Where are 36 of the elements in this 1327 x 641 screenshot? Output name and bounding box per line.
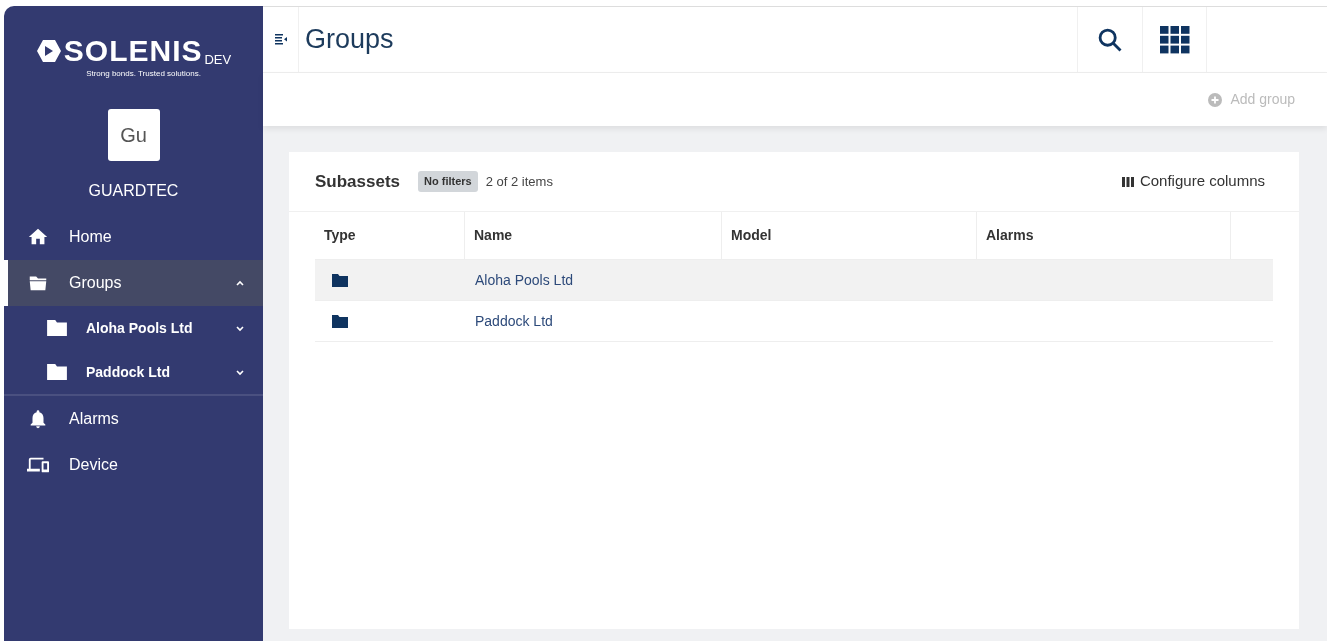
panel-title: Subassets (315, 170, 401, 193)
menu-collapse-icon[interactable] (274, 34, 287, 45)
sidebar-item[interactable]: Device (4, 442, 263, 488)
folder-icon (46, 319, 68, 337)
folder-icon (332, 314, 348, 328)
group-name-link[interactable]: Aloha Pools Ltd (475, 269, 574, 291)
column-header: Alarms (977, 212, 1231, 259)
page-title: Groups (305, 23, 394, 57)
chevron-down-icon[interactable] (235, 367, 245, 377)
logo-icon (35, 39, 62, 63)
sidebar-item[interactable]: Groups (4, 260, 263, 306)
chevron-down-icon[interactable] (235, 323, 245, 333)
account-avatar: Gu (107, 109, 160, 161)
column-header: Type (315, 212, 465, 259)
logo-wordmark: SOLENIS (63, 36, 203, 66)
item-count: 2 of 2 items (485, 172, 553, 191)
logo-tagline: Strong bonds. Trusted solutions. (86, 68, 201, 80)
table-row[interactable]: Aloha Pools Ltd (315, 260, 1273, 301)
filter-badge: No filters (418, 171, 478, 192)
chevron-up-icon[interactable] (235, 278, 245, 288)
configure-columns-button[interactable]: Configure columns (1121, 170, 1265, 193)
group-name-link[interactable]: Paddock Ltd (475, 310, 553, 332)
grid-icon (1159, 25, 1190, 54)
folder-icon (332, 273, 348, 287)
sidebar-item[interactable]: Home (4, 214, 263, 260)
environment-label: DEV (204, 53, 232, 66)
plus-circle-icon (1208, 92, 1223, 107)
apps-button[interactable] (1142, 7, 1207, 72)
column-header: Model (722, 212, 977, 259)
column-header: Name (465, 212, 722, 259)
columns-icon (1121, 176, 1134, 187)
sidebar-subitem[interactable]: Aloha Pools Ltd (4, 306, 263, 350)
folder-icon (46, 363, 68, 381)
sidebar-subitem[interactable]: Paddock Ltd (4, 350, 263, 394)
account-name: GUARDTEC (88, 181, 179, 201)
sidebar-item[interactable]: Alarms (4, 396, 263, 442)
